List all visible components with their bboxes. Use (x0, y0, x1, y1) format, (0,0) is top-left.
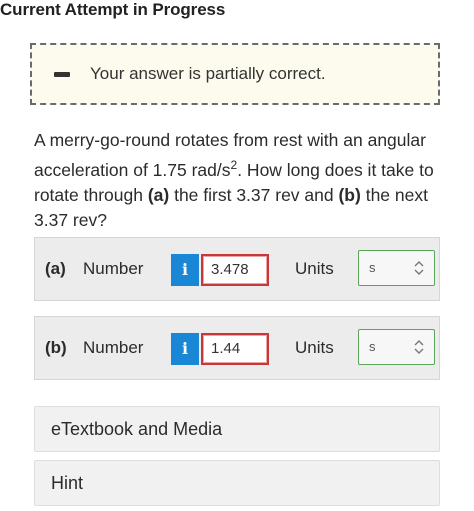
number-label: Number (83, 259, 144, 278)
units-label: Units (295, 259, 334, 278)
info-button[interactable]: i (171, 333, 199, 365)
feedback-notice: Your answer is partially correct. (30, 43, 440, 105)
units-select-b[interactable]: s (358, 329, 435, 365)
units-select-value: s (369, 260, 376, 275)
part-label: (a) (45, 259, 66, 278)
question-line-4: 3.37 rev? (34, 209, 107, 230)
units-label: Units (295, 338, 334, 357)
question-line-2: acceleration of 1.75 rad/s2. How long do… (34, 158, 434, 180)
question-text: A merry-go-round rotates from rest with … (34, 128, 444, 233)
answer-row-a: (a) Number i 3.478 Units s (34, 237, 440, 301)
etextbook-media-accordion[interactable]: eTextbook and Media (34, 406, 440, 452)
etextbook-media-label: eTextbook and Media (51, 419, 223, 439)
hint-label: Hint (51, 473, 84, 493)
page: Current Attempt in Progress Your answer … (0, 0, 474, 511)
chevron-up-down-icon (414, 261, 424, 275)
answer-input-a[interactable]: 3.478 (201, 254, 269, 286)
units-select-a[interactable]: s (358, 250, 435, 286)
info-button[interactable]: i (171, 254, 199, 286)
feedback-message: Your answer is partially correct. (90, 64, 326, 83)
question-line-3: rotate through (a) the first 3.37 rev an… (34, 184, 428, 205)
chevron-up-down-icon (414, 340, 424, 354)
units-select-value: s (369, 339, 376, 354)
part-label: (b) (45, 338, 67, 357)
page-title: Current Attempt in Progress (0, 0, 226, 19)
hint-accordion[interactable]: Hint (34, 460, 440, 506)
question-line-1: A merry-go-round rotates from rest with … (34, 130, 426, 150)
answer-input-b[interactable]: 1.44 (201, 333, 269, 365)
minus-icon (54, 72, 70, 77)
number-label: Number (83, 338, 144, 357)
answer-row-b: (b) Number i 1.44 Units s (34, 316, 440, 380)
